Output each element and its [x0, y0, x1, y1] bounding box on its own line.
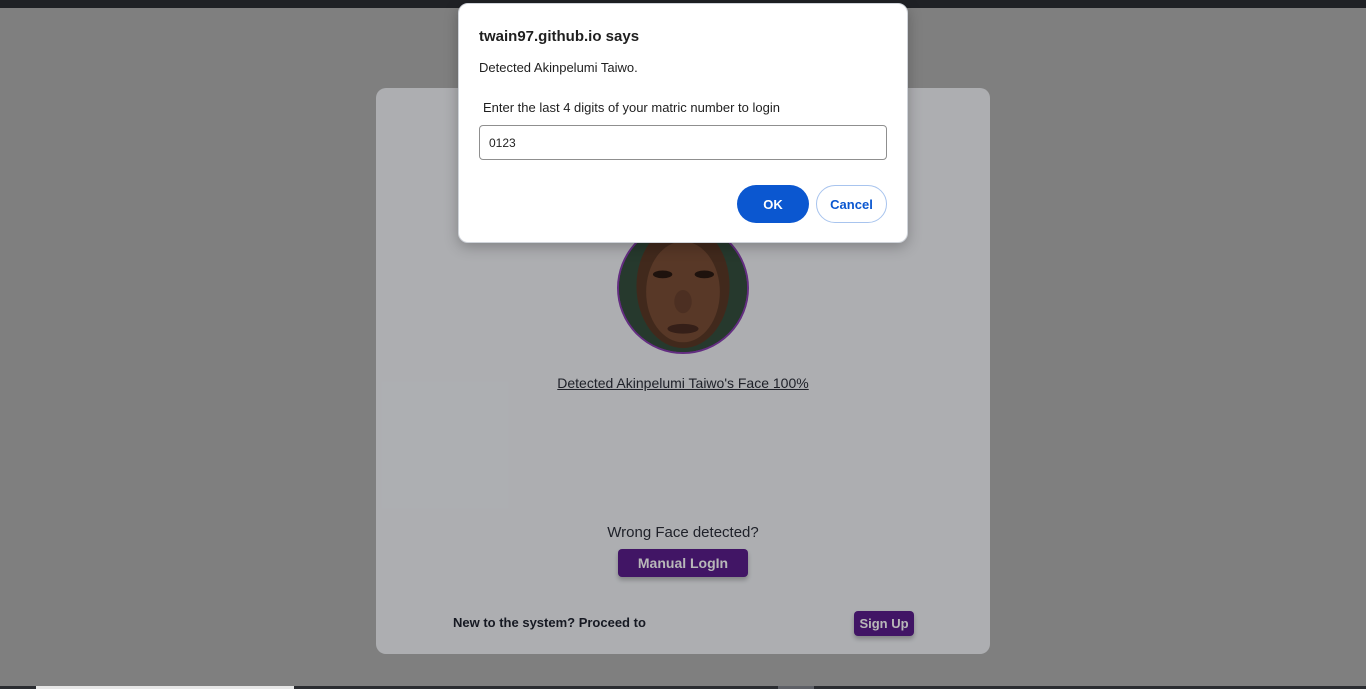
sign-up-button[interactable]: Sign Up: [854, 611, 914, 636]
browser-prompt-dialog: twain97.github.io says Detected Akinpelu…: [458, 3, 908, 243]
detected-face-link[interactable]: Detected Akinpelumi Taiwo's Face 100%: [376, 375, 990, 391]
dialog-title: twain97.github.io says: [479, 28, 640, 45]
dialog-message: Detected Akinpelumi Taiwo.: [479, 60, 638, 75]
matric-digits-input[interactable]: [479, 125, 887, 160]
dialog-prompt-label: Enter the last 4 digits of your matric n…: [483, 100, 780, 115]
cancel-button[interactable]: Cancel: [816, 185, 887, 223]
wrong-face-text: Wrong Face detected?: [607, 524, 759, 541]
manual-login-button[interactable]: Manual LogIn: [618, 549, 748, 577]
new-to-system-text: New to the system? Proceed to: [453, 615, 646, 630]
face-image: [619, 224, 747, 352]
ok-button[interactable]: OK: [737, 185, 809, 223]
